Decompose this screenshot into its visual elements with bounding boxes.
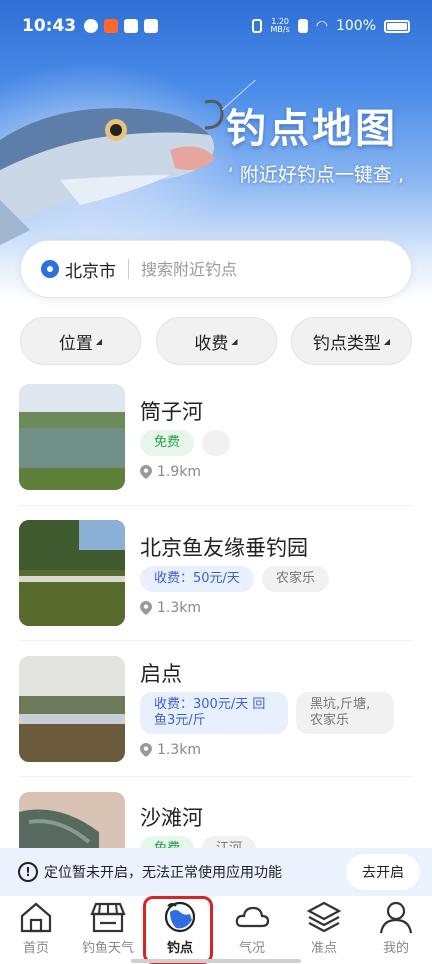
spot-item[interactable]: 沙滩河 免费 江河 bbox=[19, 792, 413, 848]
search-input[interactable] bbox=[141, 259, 361, 279]
location-pin-icon bbox=[41, 260, 59, 278]
check-icon bbox=[84, 19, 99, 33]
spot-item[interactable]: 筒子河 免费 1.9km bbox=[19, 384, 413, 490]
caret-down-icon: ◢ bbox=[231, 336, 238, 346]
status-notification-icons bbox=[84, 19, 159, 33]
status-right: 1.20 MB/s ◠ 100% bbox=[252, 18, 410, 34]
sim-icon bbox=[297, 19, 308, 33]
spot-item[interactable]: 启点 收费：300元/天 回鱼3元/斤 黑坑,斤塘,农家乐 1.3km bbox=[19, 656, 413, 762]
store-icon bbox=[124, 19, 139, 33]
spot-tags: 收费：300元/天 回鱼3元/斤 黑坑,斤塘,农家乐 bbox=[140, 692, 394, 734]
caret-down-icon: ◢ bbox=[383, 336, 391, 346]
app-badge-icon bbox=[104, 19, 119, 33]
distance-pin-icon bbox=[140, 465, 152, 479]
tag-type: 黑坑,斤塘,农家乐 bbox=[296, 692, 394, 734]
tab-home[interactable]: 首页 bbox=[0, 900, 72, 956]
exclamation-icon: ! bbox=[18, 862, 38, 882]
notice-text: 定位暂未开启，无法正常使用应用功能 bbox=[44, 865, 282, 881]
filter-location-label: 位置 bbox=[58, 333, 93, 354]
mail-icon bbox=[144, 19, 159, 33]
city-selector[interactable]: 北京市 bbox=[65, 257, 116, 282]
spot-distance-value: 1.3km bbox=[157, 600, 202, 616]
list-divider bbox=[19, 640, 413, 641]
filter-spot-type[interactable]: 钓点类型 ◢ bbox=[291, 317, 412, 365]
spot-photo bbox=[19, 520, 125, 626]
shop-icon bbox=[90, 902, 126, 933]
filter-spot-type-label: 钓点类型 bbox=[312, 333, 381, 354]
battery-label: 100% bbox=[335, 18, 376, 34]
enable-location-button[interactable]: 去开启 bbox=[346, 854, 420, 890]
home-indicator bbox=[131, 959, 301, 963]
vibrate-icon bbox=[252, 19, 263, 33]
net-speed-unit: MB/s bbox=[270, 25, 290, 34]
tab-fishing-weather[interactable]: 钓鱼天气 bbox=[72, 900, 144, 956]
spot-name: 启点 bbox=[140, 662, 182, 686]
profile-icon bbox=[379, 901, 413, 934]
active-tab-highlight bbox=[143, 896, 213, 964]
spot-item[interactable]: 北京鱼友缘垂钓园 收费：50元/天 农家乐 1.3km bbox=[19, 520, 413, 626]
spot-distance: 1.3km bbox=[140, 742, 201, 758]
bottom-tab-bar: 首页 钓鱼天气 钓点 气况 准点 我的 bbox=[0, 896, 432, 964]
tab-home-label: 首页 bbox=[22, 941, 49, 956]
tab-mine[interactable]: 我的 bbox=[360, 900, 432, 956]
spot-tags: 免费 江河 bbox=[140, 836, 257, 848]
caret-down-icon: ◢ bbox=[95, 336, 103, 346]
tag-type: 农家乐 bbox=[261, 566, 329, 592]
spot-name: 筒子河 bbox=[140, 400, 203, 424]
home-icon bbox=[20, 902, 52, 933]
tab-mine-label: 我的 bbox=[382, 941, 409, 956]
spot-distance: 1.3km bbox=[140, 600, 201, 616]
spot-distance-value: 1.3km bbox=[157, 742, 202, 758]
filter-row: 位置 ◢ 收费 ◢ 钓点类型 ◢ bbox=[20, 317, 412, 365]
spot-distance-value: 1.9km bbox=[157, 464, 202, 480]
tag-free: 免费 bbox=[140, 836, 195, 848]
search-bar[interactable]: 北京市 bbox=[20, 240, 412, 298]
banner-subtitle-text: 附近好钓点一键查 bbox=[239, 164, 392, 186]
spot-tags: 收费：50元/天 农家乐 bbox=[140, 566, 329, 592]
layers-icon bbox=[306, 901, 342, 933]
location-notice: ! 定位暂未开启，无法正常使用应用功能 去开启 bbox=[0, 848, 432, 896]
tag-type: 江河 bbox=[202, 836, 257, 848]
spot-photo bbox=[19, 384, 125, 490]
status-time: 10:43 bbox=[22, 16, 77, 36]
net-speed: 1.20 MB/s bbox=[270, 18, 289, 34]
wifi-icon: ◠ bbox=[315, 18, 328, 34]
search-divider bbox=[128, 259, 129, 279]
tab-conditions[interactable]: 气况 bbox=[216, 900, 288, 956]
filter-location[interactable]: 位置 ◢ bbox=[20, 317, 141, 365]
status-bar: 10:43 1.20 MB/s ◠ 100% bbox=[0, 0, 432, 52]
tag-empty bbox=[202, 430, 231, 456]
list-divider bbox=[19, 776, 413, 777]
spot-distance: 1.9km bbox=[140, 464, 201, 480]
tab-punctual-label: 准点 bbox=[310, 941, 337, 956]
filter-fee-label: 收费 bbox=[194, 333, 229, 354]
tab-fishing-weather-label: 钓鱼天气 bbox=[81, 941, 134, 956]
banner-subtitle: ‘ 附近好钓点一键查 , bbox=[227, 164, 404, 186]
tag-fee: 收费：50元/天 bbox=[140, 566, 254, 592]
tag-fee: 收费：300元/天 回鱼3元/斤 bbox=[140, 692, 288, 734]
distance-pin-icon bbox=[140, 601, 152, 615]
battery-icon bbox=[384, 19, 410, 33]
spot-photo bbox=[19, 792, 125, 848]
tag-free: 免费 bbox=[140, 430, 195, 456]
cloud-icon bbox=[235, 906, 270, 928]
tab-punctual[interactable]: 准点 bbox=[288, 900, 360, 956]
filter-fee[interactable]: 收费 ◢ bbox=[155, 317, 277, 365]
banner-title: 钓点地图 bbox=[226, 106, 398, 152]
distance-pin-icon bbox=[140, 743, 152, 757]
spot-tags: 免费 bbox=[140, 430, 231, 456]
list-divider bbox=[19, 505, 413, 506]
spot-name: 沙滩河 bbox=[140, 806, 203, 830]
spot-name: 北京鱼友缘垂钓园 bbox=[140, 536, 308, 560]
fish-illustration bbox=[0, 80, 257, 245]
spot-photo bbox=[19, 656, 125, 762]
tab-conditions-label: 气况 bbox=[238, 941, 265, 956]
